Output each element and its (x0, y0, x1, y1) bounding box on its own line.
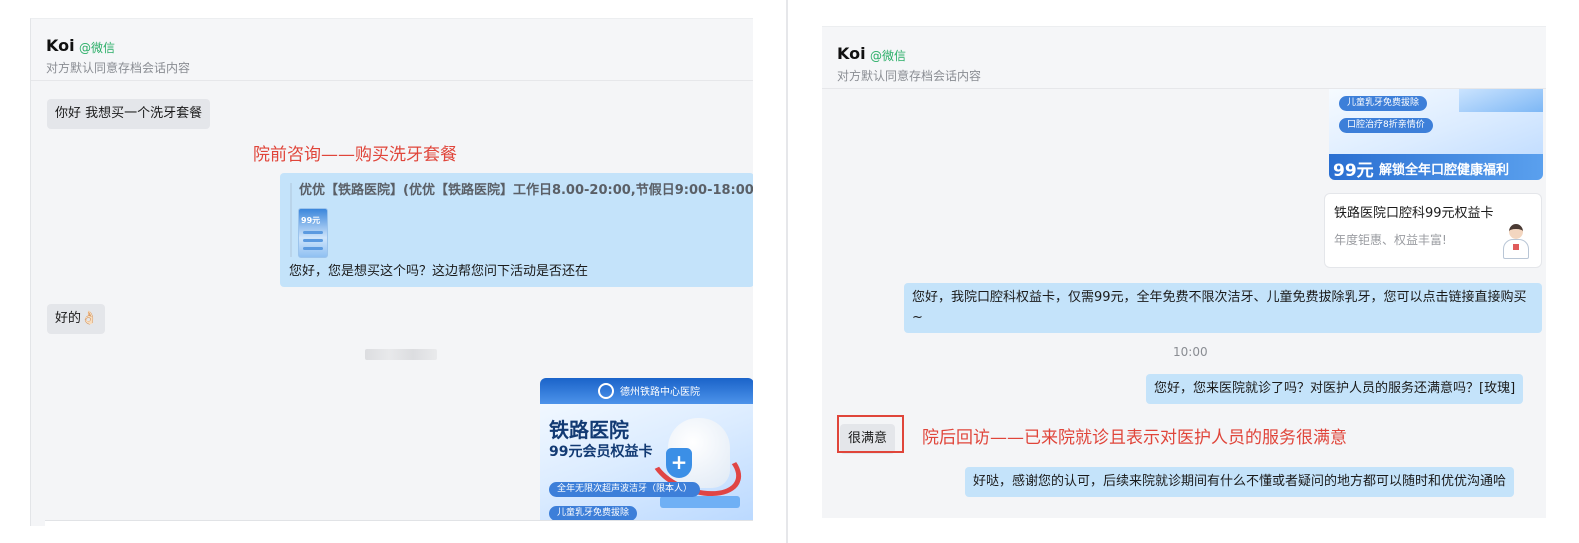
wechat-tag: @微信 (79, 41, 116, 55)
promo-image-card[interactable]: 德州铁路中心医院 铁路医院 99元会员权益卡 + 全年无限次超声波洁牙（限本人）… (540, 378, 753, 526)
doctor-avatar-icon (1501, 224, 1531, 260)
promo-image-card-partial[interactable]: 儿童乳牙免费拔除 口腔治疗8折亲情价 99元 解锁全年口腔健康福利 (1329, 86, 1543, 180)
doctor-head (1509, 224, 1523, 239)
quoted-sender: 优优【铁路医院】(优优【铁路医院】工作日8.00-20:00,节假日9:00-1… (299, 183, 753, 198)
highlight-box (837, 415, 904, 453)
left-chat-panel: Koi @微信 对方默认同意存档会话内容 你好 我想买一个洗牙套餐 院前咨询——… (30, 18, 753, 526)
link-card-title: 铁路医院口腔科99元权益卡 (1334, 206, 1494, 221)
promo-benefit-pill: 儿童乳牙免费拔除 (1339, 96, 1428, 111)
panel-divider (786, 0, 788, 543)
incoming-message[interactable]: 你好 我想买一个洗牙套餐 (47, 99, 211, 129)
outgoing-message[interactable]: 您好，您来医院就诊了吗？对医护人员的服务还满意吗？[玫瑰] (1146, 374, 1524, 404)
platform-decoration (1459, 86, 1543, 112)
hospital-logo-icon (598, 383, 614, 399)
contact-name: Koi (837, 44, 866, 63)
outgoing-message[interactable]: 好哒，感谢您的认可，后续来院就诊期间有什么不懂或者疑问的地方都可以随时和优优沟通… (965, 467, 1515, 497)
blurred-timestamp (365, 349, 437, 360)
link-card[interactable]: 铁路医院口腔科99元权益卡 年度钜惠、权益丰富! (1324, 193, 1542, 268)
shield-plus-icon: + (666, 448, 692, 478)
outgoing-message[interactable]: 您好，我院口腔科权益卡，仅需99元，全年免费不限次洁牙、儿童免费拔除乳牙，您可以… (904, 283, 1542, 333)
contact-name: Koi (46, 36, 75, 55)
chat-header: Koi @微信 对方默认同意存档会话内容 (822, 27, 1546, 89)
promo-price-bar: 99元 解锁全年口腔健康福利 (1329, 154, 1543, 180)
platform-decoration (660, 496, 740, 508)
annotation-follow-up: 院后回访——已来院就诊且表示对医护人员的服务很满意 (922, 428, 1347, 448)
input-area-edge (45, 520, 753, 526)
thumb-line (303, 231, 323, 234)
incoming-message[interactable]: 好的👌🏻 (47, 304, 106, 334)
doctor-cross (1513, 244, 1519, 250)
promo-price-tail: 解锁全年口腔健康福利 (1379, 163, 1510, 178)
archive-notice: 对方默认同意存档会话内容 (46, 61, 191, 75)
message-text: 您好，您是想买这个吗？这边帮您问下活动是否还在 (289, 264, 589, 279)
promo-benefit-pill: 全年无限次超声波洁牙（限本人） (549, 482, 701, 497)
thumb-line (303, 239, 323, 242)
thumbnail-price-text: 99元 (301, 216, 321, 225)
thumb-line (303, 247, 323, 250)
right-chat-panel: 儿童乳牙免费拔除 口腔治疗8折亲情价 99元 解锁全年口腔健康福利 铁路医院口腔… (822, 26, 1546, 518)
promo-subtitle: 99元会员权益卡 (549, 444, 653, 460)
promo-title: 铁路医院 (549, 418, 629, 442)
outgoing-quoted-message[interactable]: 优优【铁路医院】(优优【铁路医院】工作日8.00-20:00,节假日9:00-1… (280, 173, 753, 287)
archive-notice: 对方默认同意存档会话内容 (837, 69, 982, 83)
wechat-tag: @微信 (870, 49, 907, 63)
hospital-logo-text: 德州铁路中心医院 (620, 387, 700, 398)
link-card-description: 年度钜惠、权益丰富! (1334, 233, 1447, 247)
promo-price: 99元 (1333, 161, 1374, 180)
message-timestamp: 10:00 (1173, 345, 1208, 359)
quote-bar (290, 183, 292, 257)
promo-benefit-pill: 儿童乳牙免费拔除 (549, 506, 638, 521)
quoted-image-thumbnail[interactable]: 99元 (298, 208, 328, 258)
promo-benefit-pill: 口腔治疗8折亲情价 (1339, 118, 1433, 133)
annotation-pre-consultation: 院前咨询——购买洗牙套餐 (253, 145, 457, 165)
chat-header: Koi @微信 对方默认同意存档会话内容 (31, 19, 753, 81)
